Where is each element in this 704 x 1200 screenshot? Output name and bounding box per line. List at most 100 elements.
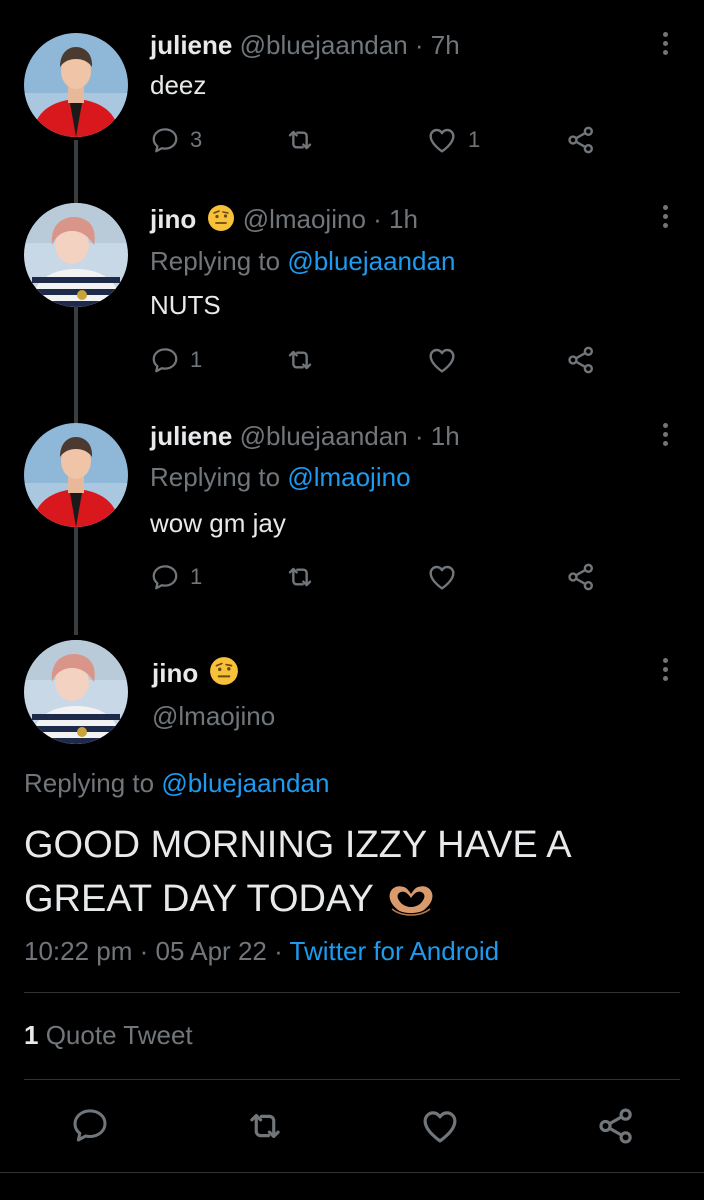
more-vertical-icon <box>655 423 675 446</box>
replying-to-handle[interactable]: @bluejaandan <box>161 768 329 798</box>
tweet-actions: 3 1 <box>150 120 610 160</box>
share-button[interactable] <box>565 557 597 597</box>
heart-icon <box>426 124 458 156</box>
more-options-button[interactable] <box>655 658 675 688</box>
like-count: 1 <box>468 127 481 152</box>
like-button[interactable] <box>419 1105 461 1152</box>
handle[interactable]: @bluejaandan <box>240 30 408 60</box>
timestamp[interactable]: · 7h <box>415 30 460 60</box>
raised-eyebrow-emoji-icon <box>210 657 239 685</box>
tweet-actions: 1 <box>150 340 610 380</box>
tweet-actions: 1 <box>150 557 610 597</box>
avatar-image <box>24 203 128 307</box>
tweet-text: deez <box>150 70 207 100</box>
avatar-image <box>24 640 128 744</box>
share-icon <box>595 1105 637 1147</box>
reply-count: 1 <box>190 564 203 589</box>
reply-button[interactable]: 3 <box>150 120 202 160</box>
reply-count: 3 <box>190 127 203 152</box>
avatar[interactable] <box>24 203 128 307</box>
heart-icon <box>419 1105 461 1147</box>
retweet-icon <box>244 1105 286 1147</box>
share-icon <box>565 124 597 156</box>
handle[interactable]: @bluejaandan <box>240 421 408 451</box>
share-button[interactable] <box>565 120 597 160</box>
share-icon <box>565 561 597 593</box>
meta-separator: · <box>139 936 149 966</box>
heart-icon <box>426 561 458 593</box>
divider <box>0 1172 704 1173</box>
heart-hands-emoji-icon <box>389 886 433 916</box>
avatar-image <box>24 423 128 527</box>
replying-to-handle[interactable]: @bluejaandan <box>287 246 455 276</box>
more-options-button[interactable] <box>655 205 675 235</box>
tweet-header: juliene @bluejaandan · 1h <box>150 421 460 452</box>
main-handle[interactable]: @lmaojino <box>152 701 275 732</box>
avatar[interactable] <box>24 640 128 744</box>
replying-to-label: Replying to <box>24 768 155 798</box>
replying-to-label: Replying to <box>150 246 281 276</box>
display-name[interactable]: juliene <box>150 30 232 60</box>
retweet-button[interactable] <box>284 340 316 380</box>
meta-separator: · <box>274 936 283 966</box>
more-vertical-icon <box>655 32 675 55</box>
retweet-icon <box>284 344 316 376</box>
avatar-image <box>24 33 128 137</box>
retweet-icon <box>284 561 316 593</box>
heart-icon <box>426 344 458 376</box>
divider <box>24 992 680 993</box>
main-text-line-2: GREAT DAY TODAY <box>24 872 572 926</box>
main-text-line-1: GOOD MORNING IZZY HAVE A <box>24 824 572 866</box>
retweet-button[interactable] <box>244 1105 286 1152</box>
more-vertical-icon <box>655 658 675 681</box>
replying-to-handle[interactable]: @lmaojino <box>287 462 410 492</box>
main-display-name[interactable]: jino <box>152 656 239 689</box>
reply-icon <box>70 1105 110 1145</box>
timestamp[interactable]: · 1h <box>415 421 460 451</box>
more-options-button[interactable] <box>655 423 675 453</box>
avatar[interactable] <box>24 423 128 527</box>
quote-label: Quote Tweet <box>45 1020 193 1050</box>
like-button[interactable]: 1 <box>426 120 480 160</box>
retweet-button[interactable] <box>284 557 316 597</box>
tweet-time[interactable]: 10:22 pm <box>24 936 132 966</box>
share-button[interactable] <box>565 340 597 380</box>
share-icon <box>565 344 597 376</box>
quote-count: 1 <box>24 1020 39 1050</box>
display-name[interactable]: juliene <box>150 421 232 451</box>
retweet-icon <box>284 124 316 156</box>
reply-button[interactable]: 1 <box>150 557 202 597</box>
quote-tweets-link[interactable]: 1 Quote Tweet <box>24 1020 193 1051</box>
reply-count: 1 <box>190 347 203 372</box>
main-replying-to: Replying to @bluejaandan <box>24 768 329 799</box>
reply-button[interactable]: 1 <box>150 340 202 380</box>
share-button[interactable] <box>595 1105 637 1152</box>
tweet-date[interactable]: 05 Apr 22 <box>156 936 267 966</box>
display-name[interactable]: jino <box>150 204 196 234</box>
tweet-text: wow gm jay <box>150 508 286 538</box>
main-tweet-actions <box>0 1105 704 1149</box>
more-options-button[interactable] <box>655 32 675 62</box>
main-meta: 10:22 pm · 05 Apr 22 · Twitter for Andro… <box>24 936 499 967</box>
tweet-text: NUTS <box>150 290 221 320</box>
handle[interactable]: @lmaojino <box>243 204 366 234</box>
reply-icon <box>150 562 180 592</box>
reply-icon <box>150 345 180 375</box>
replying-to: Replying to @lmaojino <box>150 462 411 493</box>
tweet-source-link[interactable]: Twitter for Android <box>290 936 500 966</box>
main-tweet-text: GOOD MORNING IZZY HAVE A GREAT DAY TODAY <box>24 818 572 926</box>
divider <box>24 1079 680 1080</box>
like-button[interactable] <box>426 557 458 597</box>
reply-icon <box>150 125 180 155</box>
replying-to-label: Replying to <box>150 462 281 492</box>
retweet-button[interactable] <box>284 120 316 160</box>
avatar[interactable] <box>24 33 128 137</box>
timestamp[interactable]: · 1h <box>373 204 418 234</box>
raised-eyebrow-emoji-icon <box>208 205 235 231</box>
more-vertical-icon <box>655 205 675 228</box>
tweet-header: juliene @bluejaandan · 7h <box>150 30 460 61</box>
like-button[interactable] <box>426 340 458 380</box>
reply-button[interactable] <box>70 1105 110 1150</box>
tweet-header: jino @lmaojino · 1h <box>150 204 418 235</box>
replying-to: Replying to @bluejaandan <box>150 246 455 277</box>
